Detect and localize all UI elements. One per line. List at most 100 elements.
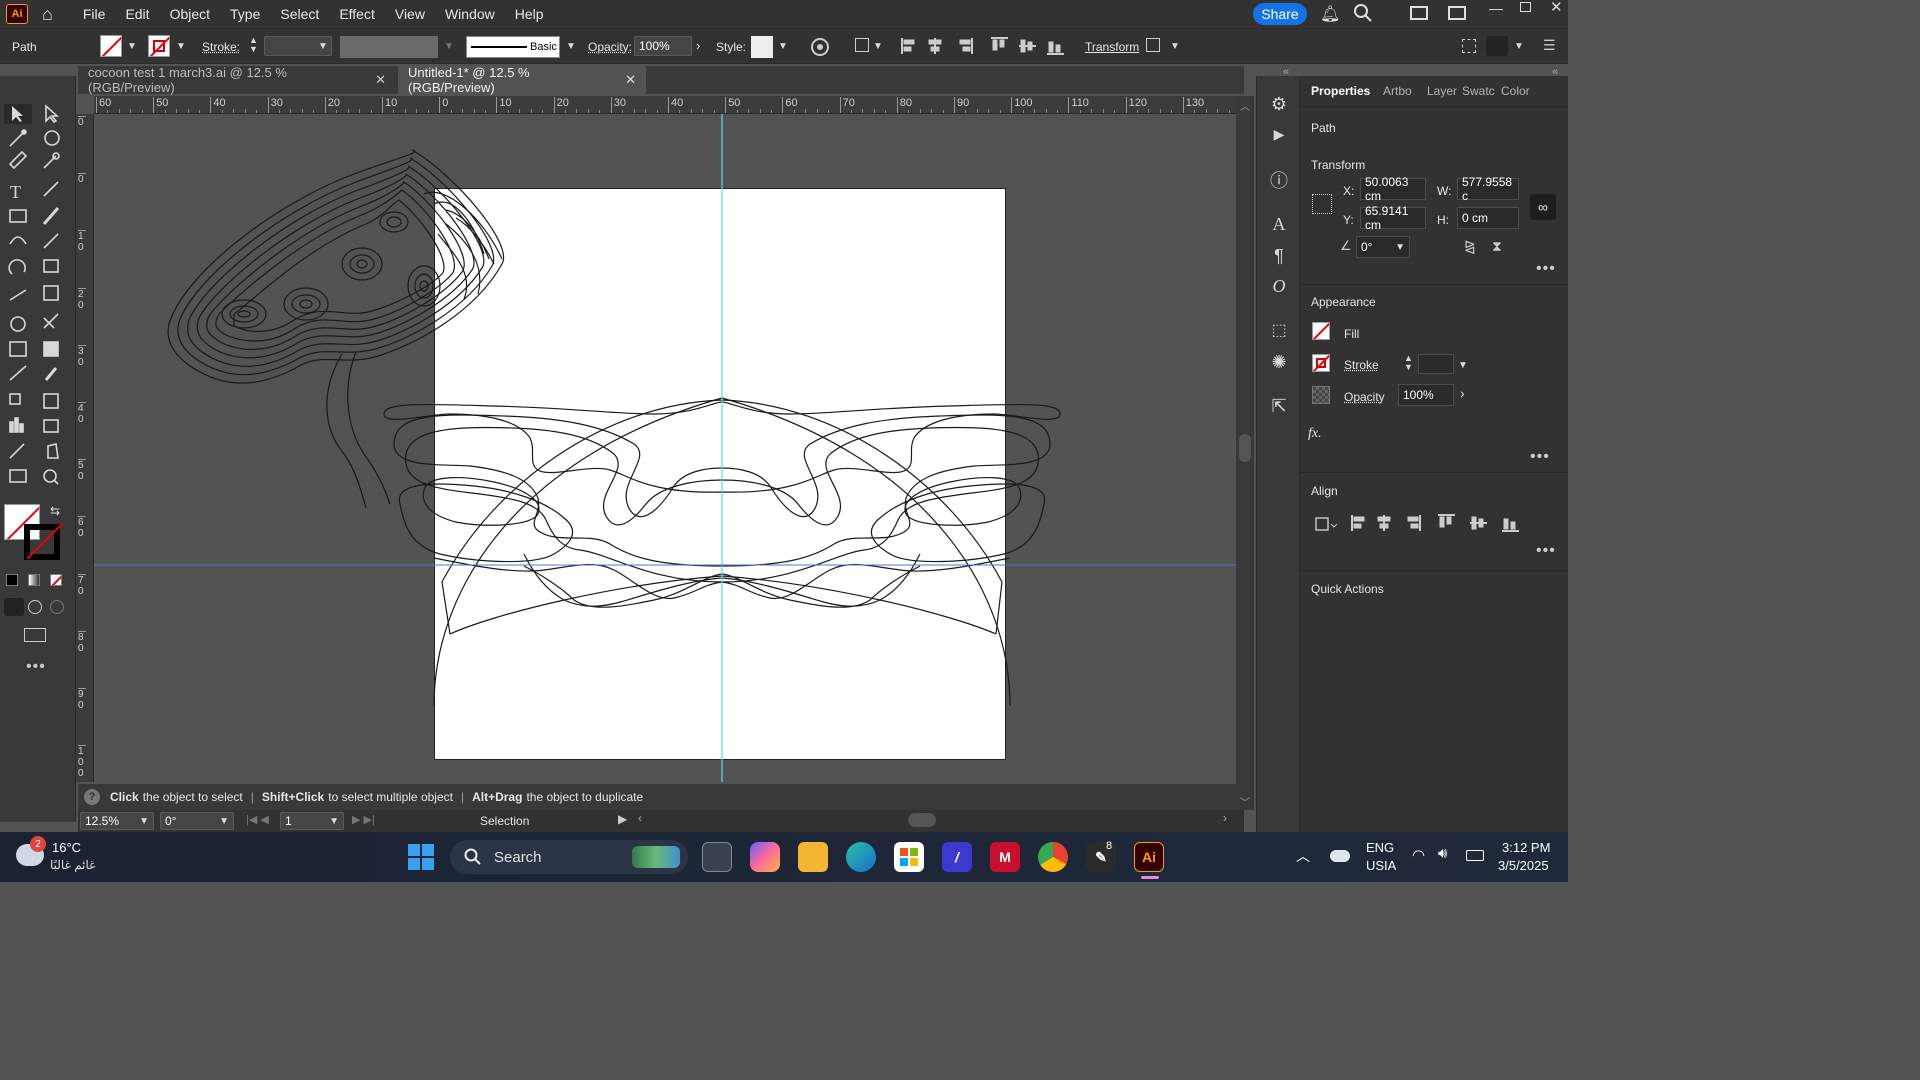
chevron-down-icon[interactable]: ▼ [219, 816, 229, 827]
illustrator-taskbar-icon[interactable]: Ai [1134, 842, 1164, 872]
tab-untitled[interactable]: Untitled-1* @ 12.5 % (RGB/Preview) ✕ [398, 65, 646, 95]
help-icon[interactable]: ? [84, 789, 100, 805]
more-transform-icon[interactable]: ••• [1536, 260, 1556, 278]
collapse-icon[interactable]: « [1552, 66, 1558, 78]
share-button[interactable]: Share [1253, 3, 1307, 25]
chevron-down-icon[interactable]: ▼ [127, 41, 137, 52]
windows-start-icon[interactable] [408, 844, 434, 870]
appearance-sun-icon[interactable]: ✺ [1267, 350, 1291, 374]
copilot-icon[interactable] [750, 842, 780, 872]
collapse-icon[interactable]: « [1283, 66, 1289, 78]
close-icon[interactable]: ✕ [1550, 0, 1563, 16]
bell-icon[interactable]: 🔔︎ [1320, 4, 1340, 24]
opacity-field[interactable]: 100% [1398, 384, 1454, 406]
align-panel-buttons[interactable] [1314, 512, 1544, 534]
vertical-scrollbar-thumb[interactable] [1239, 434, 1251, 462]
fill-swatch[interactable] [1312, 322, 1330, 340]
play-icon[interactable]: ▶ [1267, 122, 1291, 146]
vertical-scrollbar[interactable]: ︿ ﹀ [1236, 96, 1254, 810]
gradient-mode-icon[interactable] [28, 574, 40, 586]
chevron-down-icon[interactable]: ▼ [139, 816, 149, 827]
paragraph-icon[interactable]: ¶ [1267, 244, 1291, 268]
info-icon[interactable]: ⓘ [1267, 168, 1291, 192]
chevron-down-icon[interactable]: ▼ [1514, 41, 1524, 52]
stroke-swatch[interactable] [1312, 354, 1330, 372]
store-icon[interactable] [894, 842, 924, 872]
last-artboard-icon[interactable]: ▶ ▶| [352, 813, 375, 826]
character-icon[interactable]: A [1267, 212, 1291, 236]
swap-icon[interactable]: ⇆ [50, 504, 60, 518]
canvas[interactable] [94, 114, 1236, 782]
draw-normal-icon[interactable] [4, 598, 24, 616]
opacity-field[interactable]: 100% [634, 36, 692, 56]
close-icon[interactable]: ✕ [625, 72, 636, 88]
style-swatch[interactable] [751, 36, 773, 58]
tab-artboards[interactable]: Artbo [1383, 84, 1412, 98]
rotation-field[interactable]: 0° ▼ [160, 812, 234, 830]
workspace-icon[interactable] [1410, 6, 1428, 20]
more-appearance-icon[interactable]: ••• [1530, 448, 1550, 466]
menu-type[interactable]: Type [220, 6, 270, 22]
chrome-icon[interactable] [1038, 842, 1068, 872]
h-field[interactable]: 0 cm [1457, 207, 1519, 229]
symbols-icon[interactable]: ⬚ [1267, 318, 1291, 342]
clock-time[interactable]: 3:12 PM [1502, 840, 1550, 855]
zoom-field[interactable]: 12.5% ▼ [80, 812, 154, 830]
clock-date[interactable]: 3/5/2025 [1498, 858, 1549, 873]
tab-swatches[interactable]: Swatc [1462, 84, 1495, 98]
scroll-down-icon[interactable]: ﹀ [1240, 794, 1250, 809]
language-top[interactable]: ENG [1366, 840, 1394, 855]
menu-window[interactable]: Window [435, 6, 505, 22]
chevron-down-icon[interactable]: ▼ [176, 41, 186, 52]
more-align-icon[interactable]: ••• [1536, 542, 1556, 560]
draw-behind-icon[interactable] [28, 600, 42, 614]
mcafee-icon[interactable]: M [990, 842, 1020, 872]
search-icon[interactable] [1353, 3, 1373, 23]
fx-button[interactable]: fx. [1308, 426, 1322, 442]
menu-view[interactable]: View [385, 6, 435, 22]
taskbar-search[interactable]: Search [450, 840, 688, 874]
chevron-down-icon[interactable]: ▼ [1170, 41, 1180, 52]
reference-point-icon[interactable] [1312, 194, 1332, 214]
wifi-icon[interactable]: ◠ [1412, 846, 1425, 864]
menu-file[interactable]: File [73, 6, 116, 22]
variable-width-profile[interactable] [340, 36, 438, 58]
tab-properties[interactable]: Properties [1311, 84, 1370, 98]
opentype-icon[interactable]: O [1267, 274, 1291, 298]
brush-definition[interactable]: Basic [466, 36, 560, 58]
menu-help[interactable]: Help [505, 6, 554, 22]
more-tools-icon[interactable]: ••• [26, 658, 46, 676]
tab-color[interactable]: Color [1501, 84, 1530, 98]
onedrive-icon[interactable] [1330, 850, 1350, 862]
tab-cocoon-test[interactable]: cocoon test 1 march3.ai @ 12.5 % (RGB/Pr… [78, 65, 396, 95]
isolate-icon[interactable] [1146, 38, 1160, 52]
opacity-label[interactable]: Opacity [1344, 390, 1385, 404]
volume-icon[interactable]: 🔊︎ [1438, 845, 1447, 862]
scroll-right-icon[interactable]: › [1223, 811, 1227, 825]
align-to-icon[interactable] [855, 38, 869, 52]
artwork[interactable] [94, 114, 1236, 782]
task-view-icon[interactable] [702, 842, 732, 872]
flip-vertical-icon[interactable]: ⧗ [1492, 238, 1502, 255]
stroke-swatch[interactable] [148, 35, 170, 57]
maximize-icon[interactable] [1520, 2, 1531, 12]
battery-icon[interactable] [1466, 850, 1484, 861]
file-explorer-icon[interactable] [798, 842, 828, 872]
color-mode-icon[interactable] [6, 574, 18, 586]
chevron-down-icon[interactable]: ▼ [873, 41, 883, 52]
fill-swatch[interactable] [100, 35, 122, 57]
minimize-icon[interactable]: — [1489, 0, 1503, 16]
recolor-icon[interactable] [810, 37, 830, 57]
none-mode-icon[interactable] [50, 574, 62, 586]
chevron-down-icon[interactable]: ▼ [1458, 360, 1468, 371]
chevron-right-icon[interactable]: › [696, 38, 700, 53]
chevron-down-icon[interactable]: ▼ [1395, 242, 1405, 253]
x-field[interactable]: 50.0063 cm [1360, 175, 1426, 203]
panel-toggle-icon[interactable] [1486, 36, 1508, 56]
stroke-stepper[interactable]: ▲ ▼ [249, 36, 258, 54]
chevron-up-icon[interactable]: ︿ [1296, 846, 1310, 866]
language-bottom[interactable]: USIA [1366, 858, 1396, 873]
actions-gear-icon[interactable]: ⚙ [1267, 92, 1291, 116]
stroke-label[interactable]: Stroke [1344, 358, 1379, 372]
flip-horizontal-icon[interactable]: ⧎ [1464, 238, 1476, 255]
